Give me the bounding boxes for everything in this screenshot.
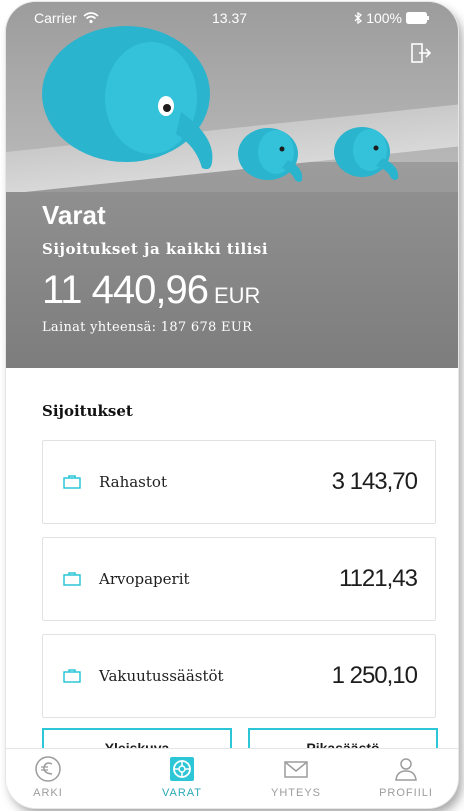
logout-icon[interactable] (410, 42, 432, 64)
tab-yhteys[interactable]: YHTEYS (256, 755, 336, 808)
envelope-icon (284, 761, 308, 778)
account-card-rahastot[interactable]: Rahastot 3 143,70 (42, 440, 436, 524)
account-label: Rahastot (99, 473, 167, 491)
account-label: Vakuutussäästöt (99, 667, 224, 685)
balance-summary: Varat Sijoitukset ja kaikki tilisi 11 44… (42, 200, 268, 335)
bluetooth-icon (354, 12, 363, 24)
tab-profiili[interactable]: PROFIILI (366, 755, 446, 808)
tab-varat[interactable]: VARAT (142, 755, 222, 808)
account-value: 1 250,10 (331, 662, 418, 689)
status-bar: Carrier 13.37 100% (6, 6, 458, 30)
battery-percent: 100% (366, 10, 402, 26)
euro-icon (35, 756, 61, 782)
tab-label: VARAT (161, 787, 203, 799)
briefcase-icon (63, 669, 81, 683)
account-value: 3 143,70 (331, 468, 418, 495)
wifi-icon (83, 12, 99, 24)
tab-label: ARKI (33, 787, 63, 799)
elephant-illustration (42, 26, 399, 182)
phone-screen: Carrier 13.37 100% Varat Sijoitukset ja … (6, 2, 458, 808)
carrier-label: Carrier (34, 10, 77, 26)
loans-total: Lainat yhteensä: 187 678 EUR (42, 320, 253, 335)
balance-currency: EUR (213, 283, 261, 308)
person-icon (395, 758, 417, 781)
bottom-tab-bar: ARKI VARAT YHTEYS PROFIILI (6, 748, 458, 808)
briefcase-icon (63, 572, 81, 586)
page-subtitle: Sijoitukset ja kaikki tilisi (42, 240, 269, 258)
status-time: 13.37 (212, 10, 248, 26)
account-card-arvopaperit[interactable]: Arvopaperit 1121,43 (42, 537, 436, 621)
page-title: Varat (42, 200, 106, 230)
balance-amount: 11 440,96 (42, 268, 209, 312)
account-label: Arvopaperit (99, 570, 190, 588)
total-balance: 11 440,96 EUR (42, 268, 268, 312)
battery-icon (406, 12, 429, 24)
account-value: 1121,43 (339, 565, 418, 592)
tab-label: YHTEYS (270, 787, 321, 799)
section-title: Sijoitukset (42, 402, 133, 420)
account-card-vakuutussaastot[interactable]: Vakuutussäästöt 1 250,10 (42, 634, 436, 718)
tab-label: PROFIILI (379, 787, 433, 799)
wheel-icon (170, 757, 194, 781)
briefcase-icon (63, 475, 81, 489)
hero-banner: Carrier 13.37 100% Varat Sijoitukset ja … (6, 2, 458, 368)
tab-arki[interactable]: ARKI (8, 755, 88, 808)
